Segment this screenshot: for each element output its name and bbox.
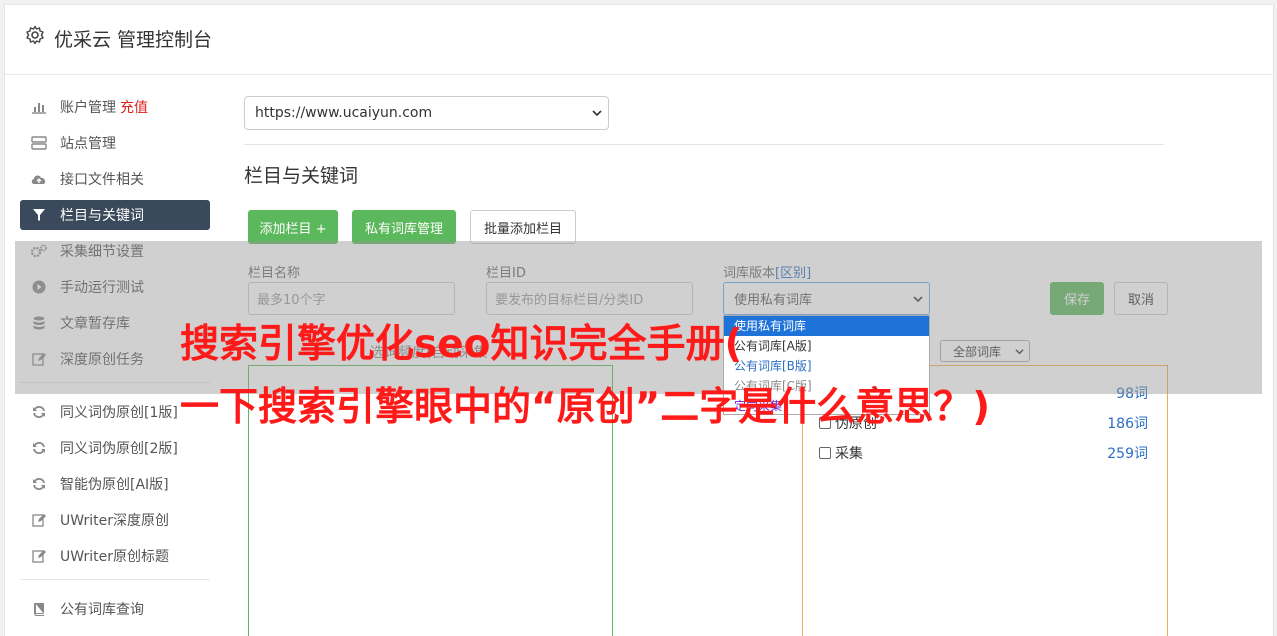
sidebar-item-label: 栏目与关键词 (60, 208, 144, 224)
page-title: 优采云 管理控制台 (54, 29, 213, 51)
sidebar-item-label: UWriter原创标题 (60, 549, 169, 565)
recharge-link[interactable]: 充值 (120, 97, 148, 117)
dropdown-option[interactable]: 公有词库[B版] (724, 356, 929, 376)
sidebar-item-label: 智能伪原创[AI版] (60, 477, 169, 493)
refresh-icon (30, 404, 48, 420)
sidebar-item-label: 同义词伪原创[1版] (60, 405, 178, 421)
gray-overlay (15, 241, 1262, 394)
sidebar-item-sites[interactable]: 站点管理 (20, 128, 210, 158)
word-count: 186词 (1107, 416, 1148, 432)
sidebar-item-label: 公有词库查询 (60, 602, 144, 618)
section-title: 栏目与关键词 (244, 165, 359, 187)
sidebar-item-uwriter-deep[interactable]: UWriter深度原创 (20, 505, 210, 535)
sidebar-item-columns[interactable]: 栏目与关键词 (20, 200, 210, 230)
word-row-label: 采集 (835, 446, 863, 462)
book-icon (30, 601, 48, 617)
banner-line-1: 搜索引擎优化seo知识完全手册( (180, 322, 743, 367)
filter-icon (30, 207, 48, 223)
private-lib-button[interactable]: 私有词库管理 (352, 210, 456, 244)
edit-icon (30, 512, 48, 528)
checkbox[interactable] (819, 447, 831, 459)
sidebar-item-interface[interactable]: 接口文件相关 (20, 164, 210, 194)
add-column-button[interactable]: 添加栏目 + (248, 210, 338, 244)
word-row[interactable]: 采集 (819, 443, 863, 463)
edit-icon (30, 548, 48, 564)
refresh-icon (30, 440, 48, 456)
console-header: 优采云 管理控制台 (5, 5, 1273, 75)
sidebar-item-label: UWriter深度原创 (60, 513, 169, 529)
sidebar-item-synonym-v2[interactable]: 同义词伪原创[2版] (20, 433, 210, 463)
sidebar-item-ai-original[interactable]: 智能伪原创[AI版] (20, 469, 210, 499)
batch-add-button[interactable]: 批量添加栏目 (470, 210, 576, 244)
site-select[interactable]: https://www.ucaiyun.com (244, 96, 609, 130)
dropdown-option[interactable]: 使用私有词库 (724, 316, 929, 336)
server-icon (30, 135, 48, 151)
dropdown-option[interactable]: 公有词库[A版] (724, 336, 929, 356)
sidebar-divider (20, 579, 210, 580)
bar-chart-icon (30, 99, 48, 115)
site-select-value: https://www.ucaiyun.com (255, 105, 433, 121)
gear-icon (26, 25, 44, 45)
divider (244, 144, 1164, 145)
sidebar-item-account[interactable]: 账户管理 充值 (20, 92, 210, 122)
sidebar-item-uwriter-title[interactable]: UWriter原创标题 (20, 541, 210, 571)
chevron-down-icon (592, 110, 602, 117)
sidebar-item-label: 接口文件相关 (60, 172, 144, 188)
sidebar-item-label: 同义词伪原创[2版] (60, 441, 178, 457)
sidebar-item-label: 账户管理 (60, 100, 116, 116)
sidebar-item-public-lib[interactable]: 公有词库查询 (20, 594, 210, 624)
refresh-icon (30, 476, 48, 492)
word-count: 259词 (1107, 446, 1148, 462)
sidebar-item-label: 站点管理 (60, 136, 116, 152)
banner-line-2: 一下搜索引擎眼中的“原创”二字是什么意思？) (180, 385, 991, 430)
cloud-upload-icon (30, 171, 48, 187)
